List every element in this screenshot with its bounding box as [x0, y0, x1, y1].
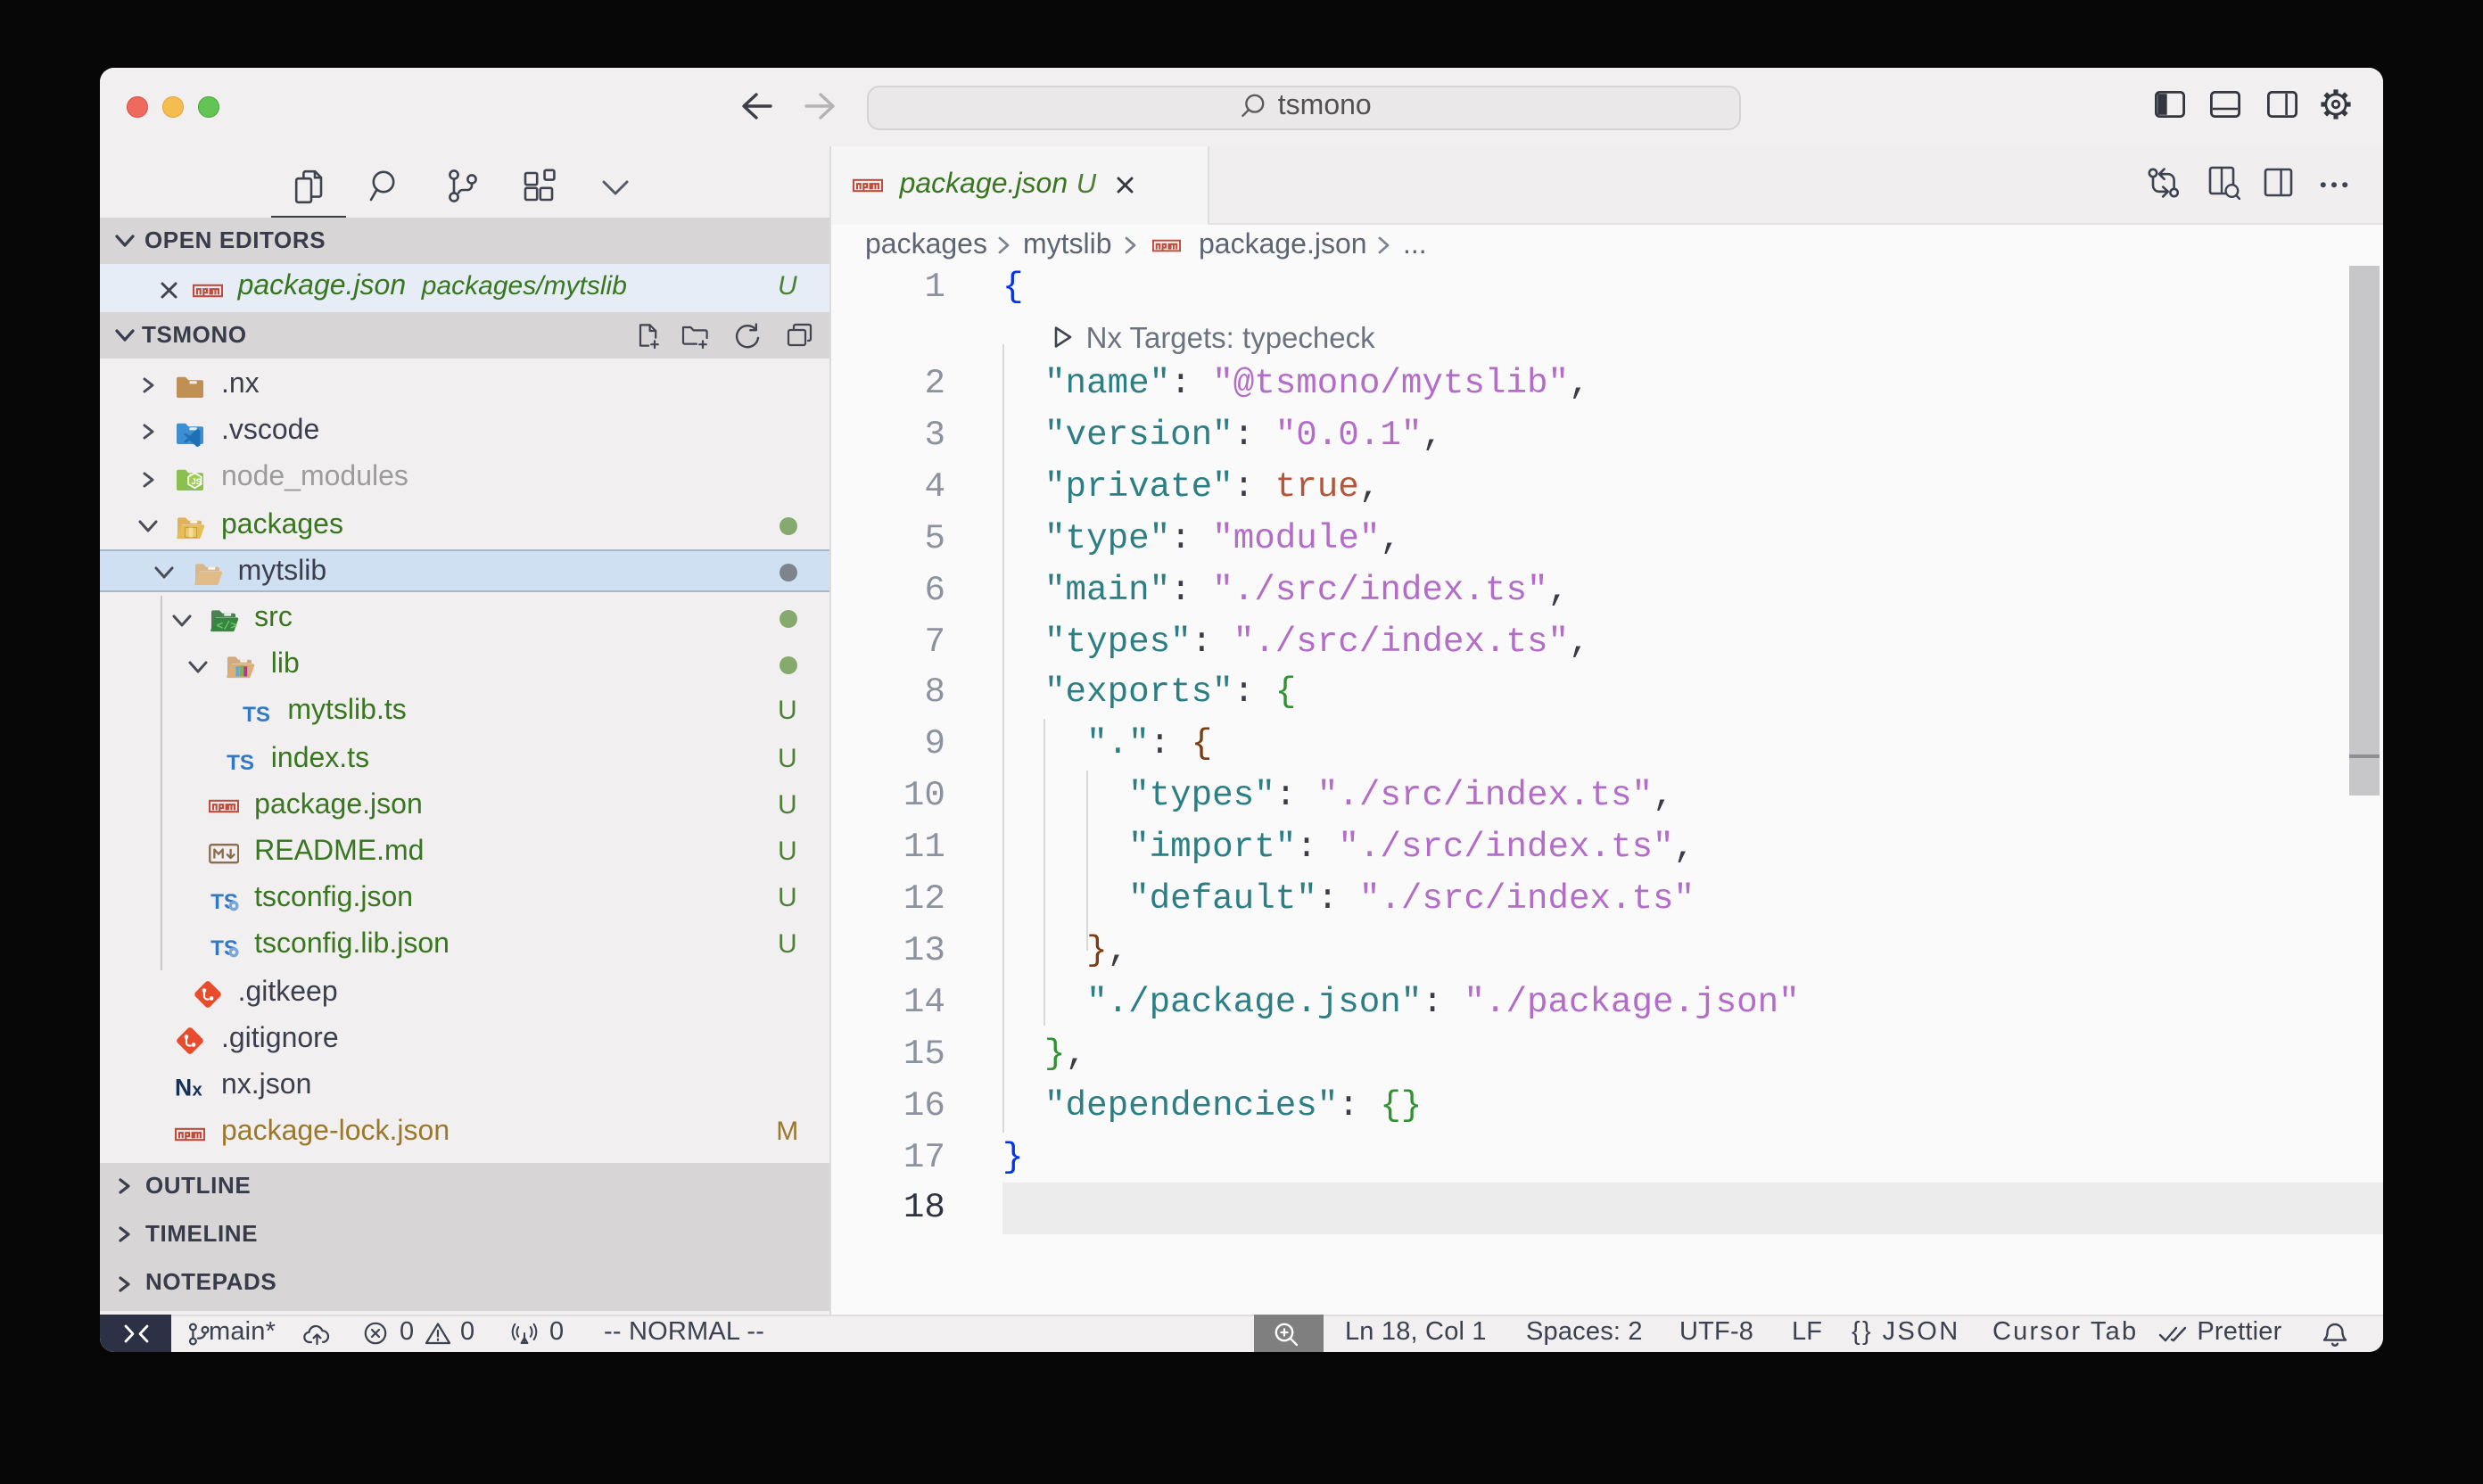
svg-text:TS: TS	[243, 704, 271, 728]
svg-text:x: x	[193, 1080, 203, 1100]
svg-text:</>: </>	[216, 620, 236, 633]
svg-text:N: N	[175, 1074, 192, 1101]
svg-text:TS: TS	[227, 750, 254, 774]
svg-text:JS: JS	[192, 478, 202, 487]
